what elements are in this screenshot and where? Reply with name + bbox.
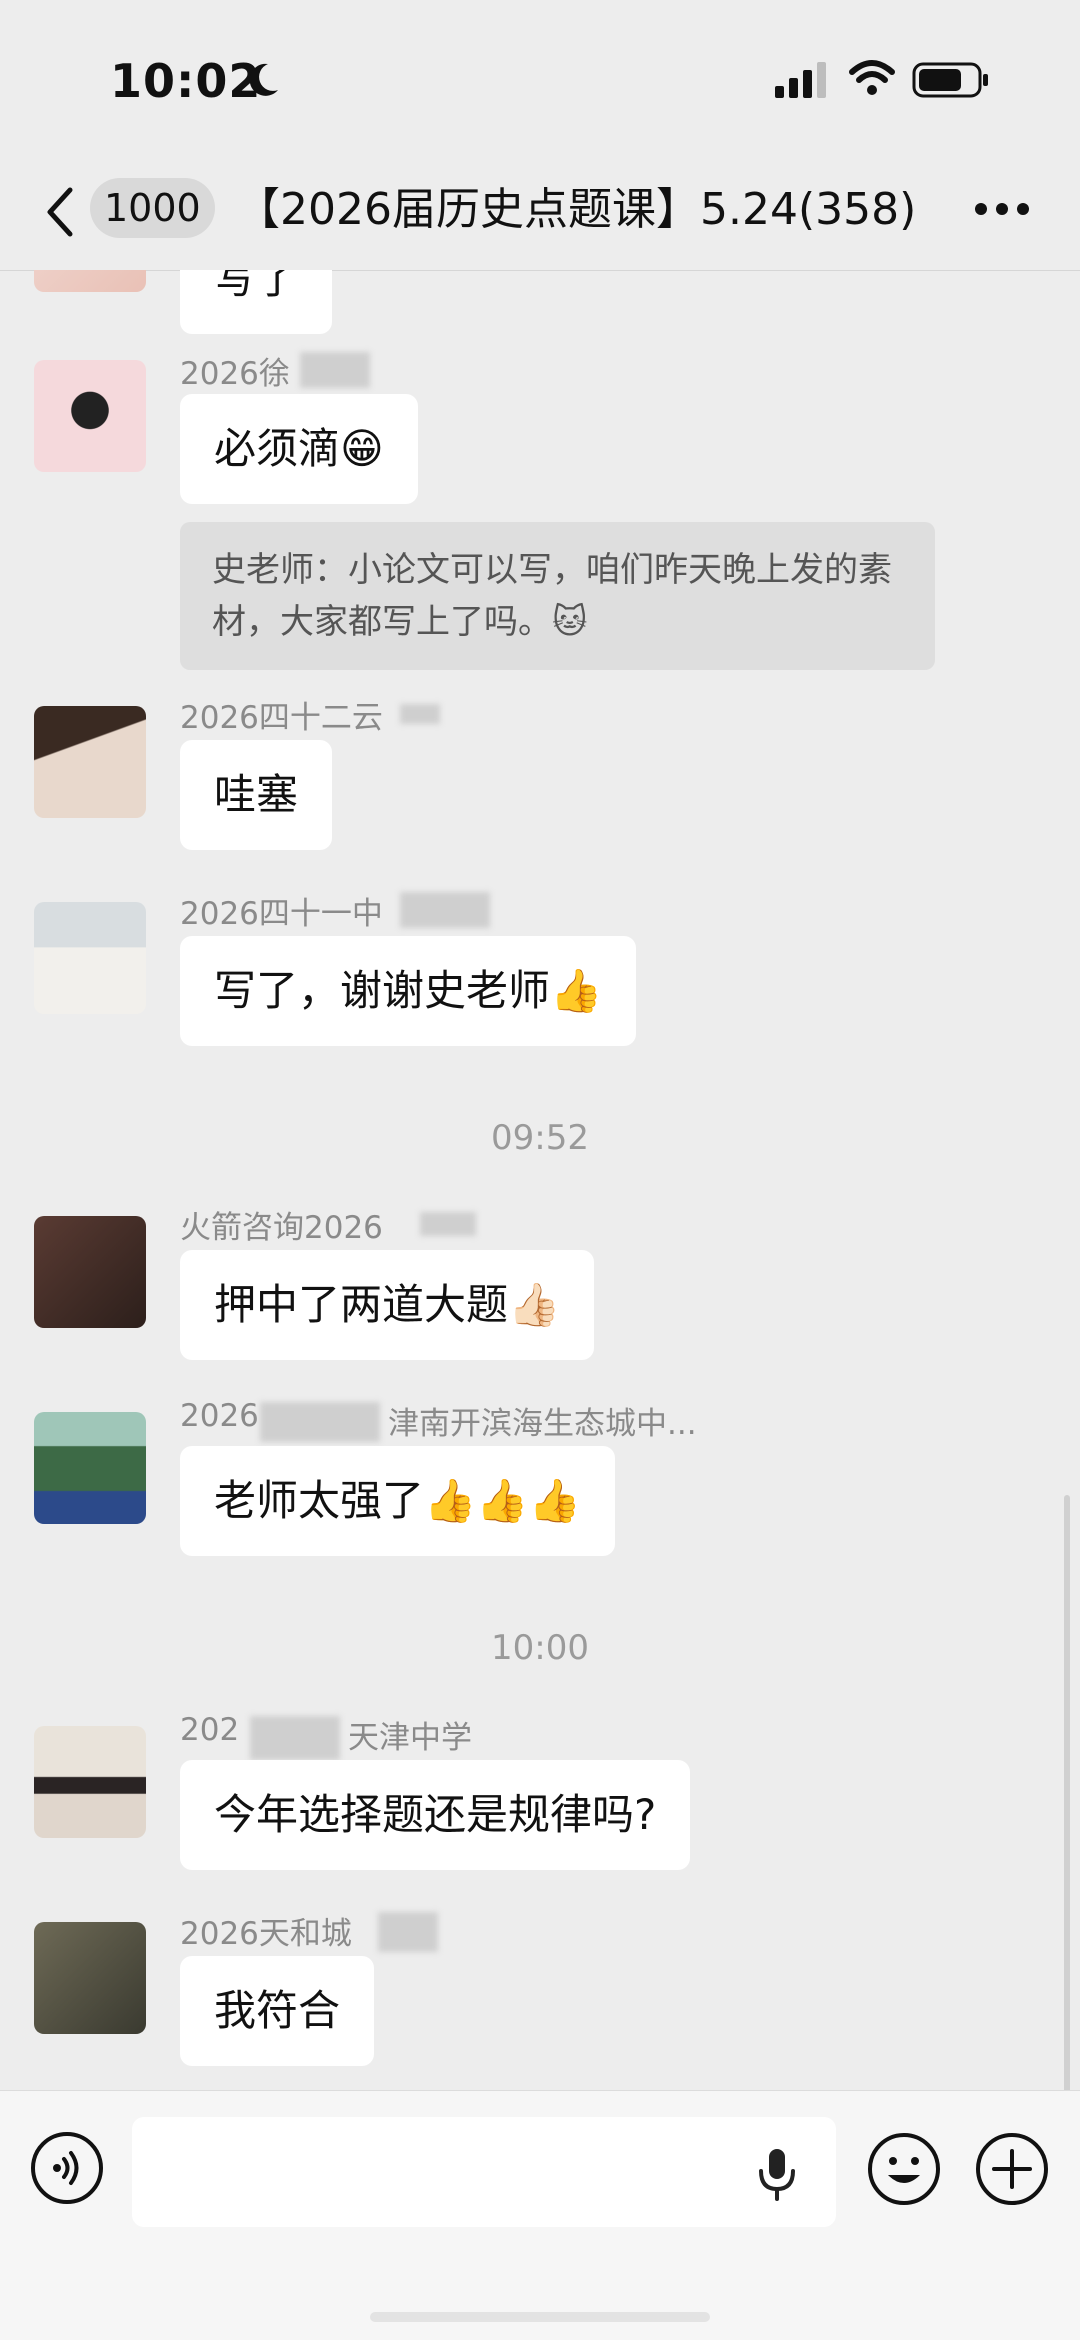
avatar[interactable] <box>34 1922 146 2034</box>
avatar[interactable] <box>34 1726 146 1838</box>
avatar[interactable] <box>34 270 146 292</box>
avatar[interactable] <box>34 706 146 818</box>
sender-name: 2026天和城 <box>180 1916 352 1952</box>
status-bar: 10:02 <box>0 0 1080 160</box>
avatar[interactable] <box>34 902 146 1014</box>
sender-name: 2026四十一中 <box>180 896 383 932</box>
message-bubble[interactable]: 哇塞 <box>180 740 333 850</box>
input-bar <box>0 2090 1080 2340</box>
group-name: 【2026届历史点题课】5.24 <box>236 184 798 235</box>
message-bubble[interactable]: 必须滴😁 <box>180 394 418 504</box>
member-count: (358) <box>797 184 917 235</box>
redacted-blur <box>420 1212 476 1236</box>
message-bubble[interactable]: 老师太强了👍👍👍 <box>180 1446 615 1556</box>
battery-icon <box>912 62 988 98</box>
avatar[interactable] <box>34 1412 146 1524</box>
sender-name: 2026四十二云 <box>180 700 383 736</box>
sender-name: 津南开滨海生态城中... <box>388 1406 697 1442</box>
redacted-blur <box>400 892 490 928</box>
quoted-message[interactable]: 史老师：小论文可以写，咱们昨天晚上发的素材，大家都写上了吗。🐱 <box>180 522 935 670</box>
chat-title: 【2026届历史点题课】5.24(358) <box>236 180 936 240</box>
message-input[interactable] <box>132 2117 836 2227</box>
voice-icon[interactable] <box>30 2131 104 2205</box>
redacted-blur <box>300 352 370 388</box>
sender-name: 火箭咨询2026 <box>180 1210 383 1246</box>
message-bubble[interactable]: 今年选择题还是规律吗? <box>180 1760 691 1870</box>
sender-name: 天津中学 <box>348 1720 472 1756</box>
status-time: 10:02 <box>110 54 262 108</box>
sender-name: 2026徐 <box>180 356 290 392</box>
timestamp: 09:52 <box>491 1118 589 1158</box>
signal-icon <box>775 62 826 98</box>
wifi-icon <box>849 60 895 95</box>
unread-count-badge[interactable]: 1000 <box>90 178 215 238</box>
moon-icon <box>249 63 278 96</box>
more-icon[interactable] <box>974 202 1030 216</box>
sender-name: 202 <box>180 1712 240 1748</box>
message-list[interactable]: 写了 2026徐 必须滴😁 史老师：小论文可以写，咱们昨天晚上发的素材，大家都写… <box>0 270 1080 2090</box>
emoji-icon[interactable] <box>866 2131 942 2207</box>
back-icon[interactable] <box>40 184 80 240</box>
plus-icon[interactable] <box>974 2131 1050 2207</box>
home-indicator <box>370 2312 710 2322</box>
redacted-blur <box>260 1402 380 1442</box>
chat-header: 1000 【2026届历史点题课】5.24(358) <box>0 160 1080 271</box>
sender-name: 2026 <box>180 1398 259 1434</box>
timestamp: 10:00 <box>491 1628 589 1668</box>
redacted-blur <box>400 704 440 724</box>
message-bubble[interactable]: 我符合 <box>180 1956 375 2066</box>
message-bubble[interactable]: 写了，谢谢史老师👍 <box>180 936 637 1046</box>
avatar[interactable] <box>34 1216 146 1328</box>
redacted-blur <box>378 1912 438 1952</box>
avatar[interactable] <box>34 360 146 472</box>
redacted-blur <box>250 1716 340 1760</box>
message-bubble[interactable]: 押中了两道大题👍🏻 <box>180 1250 595 1360</box>
microphone-icon[interactable] <box>752 2145 802 2203</box>
scrollbar[interactable] <box>1064 1495 1070 2090</box>
message-bubble[interactable]: 写了 <box>180 270 333 334</box>
